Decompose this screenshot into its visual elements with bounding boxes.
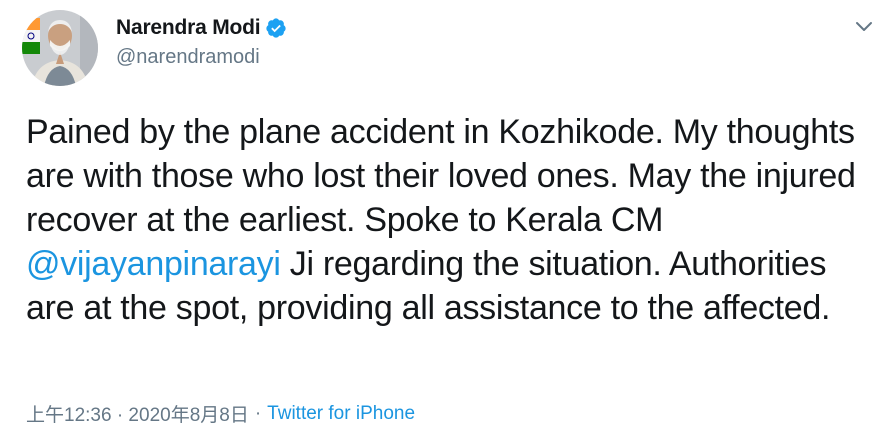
chevron-down-icon[interactable] [852, 14, 876, 38]
mention-link[interactable]: @vijayanpinarayi [26, 245, 281, 283]
tweet-card: Narendra Modi @narendramodi Pained by th… [0, 0, 888, 446]
meta-separator: · [254, 402, 262, 424]
tweet-text-before: Pained by the plane accident in Kozhikod… [26, 113, 856, 239]
tweet-source-link[interactable]: Twitter for iPhone [267, 403, 415, 425]
tweet-timestamp[interactable]: 上午12:36 · 2020年8月8日 [26, 400, 249, 427]
avatar[interactable] [22, 10, 98, 86]
tweet-text: Pained by the plane accident in Kozhikod… [26, 110, 871, 330]
tweet-meta: 上午12:36 · 2020年8月8日 · Twitter for iPhone [26, 400, 415, 427]
user-handle[interactable]: @narendramodi [116, 46, 260, 69]
verified-badge-icon [265, 17, 287, 39]
profile-photo-icon [22, 10, 98, 86]
name-row: Narendra Modi [116, 14, 287, 42]
display-name[interactable]: Narendra Modi [116, 16, 261, 40]
